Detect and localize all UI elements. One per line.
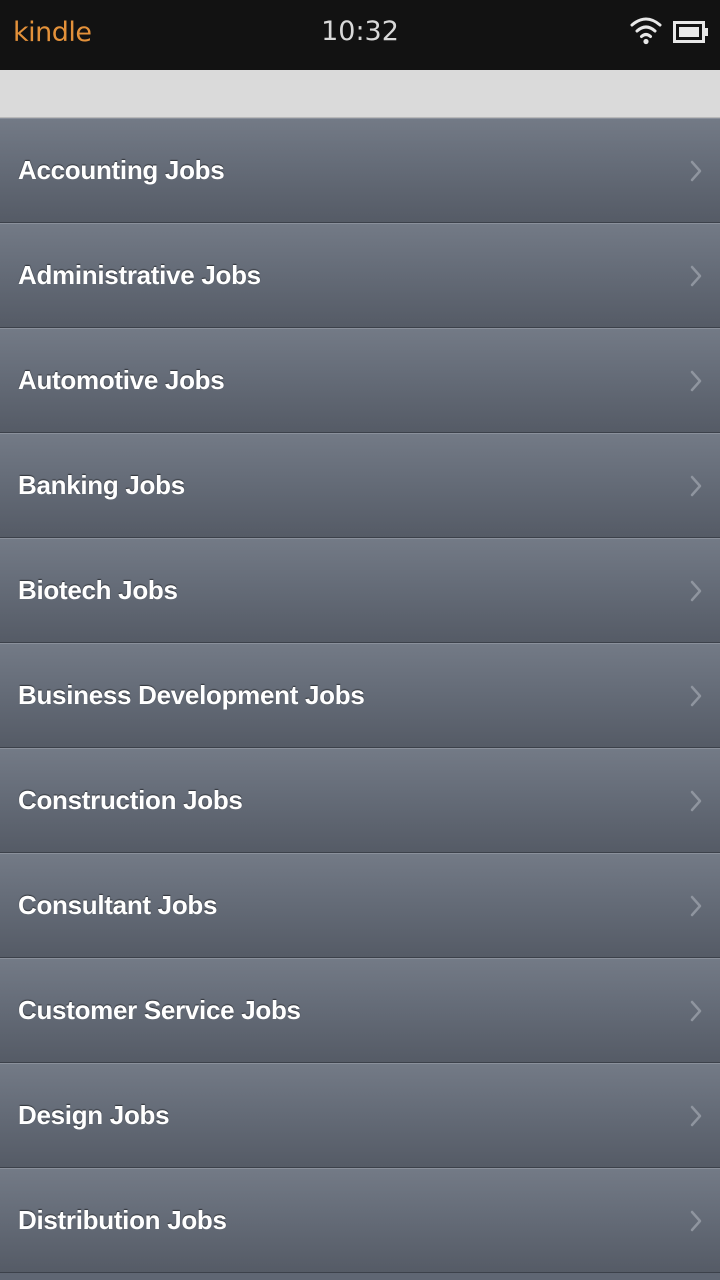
list-item-label: Distribution Jobs: [18, 1205, 227, 1235]
list-item-label: Design Jobs: [18, 1100, 170, 1130]
list-item[interactable]: Accounting Jobs: [0, 118, 720, 223]
list-item-label: Customer Service Jobs: [18, 995, 301, 1025]
list-item-label: Consultant Jobs: [18, 890, 218, 920]
list-item[interactable]: Customer Service Jobs: [0, 958, 720, 1063]
list-item[interactable]: Banking Jobs: [0, 433, 720, 538]
list-item-label: Business Development Jobs: [18, 680, 365, 710]
status-bar: kindle 10:32: [0, 0, 720, 70]
list-item[interactable]: Biotech Jobs: [0, 538, 720, 643]
list-item[interactable]: Automotive Jobs: [0, 328, 720, 433]
battery-icon: [673, 18, 709, 46]
wifi-icon: [629, 14, 663, 48]
chevron-right-icon: [689, 159, 703, 183]
list-item-label: Accounting Jobs: [18, 155, 225, 185]
chevron-right-icon: [689, 999, 703, 1023]
chevron-right-icon: [689, 894, 703, 918]
chevron-right-icon: [689, 1209, 703, 1233]
list-item-label: Administrative Jobs: [18, 260, 261, 290]
list-item[interactable]: Consultant Jobs: [0, 853, 720, 958]
chevron-right-icon: [689, 684, 703, 708]
list-item[interactable]: Administrative Jobs: [0, 223, 720, 328]
list-item[interactable]: Construction Jobs: [0, 748, 720, 853]
chevron-right-icon: [689, 579, 703, 603]
list-item[interactable]: Distribution Jobs: [0, 1168, 720, 1273]
chevron-right-icon: [689, 789, 703, 813]
list-item-label: Banking Jobs: [18, 470, 185, 500]
job-category-list: Accounting Jobs Administrative Jobs Automo…: [0, 118, 720, 1273]
subheader-bar: [0, 70, 720, 118]
chevron-right-icon: [689, 369, 703, 393]
list-item-label: Biotech Jobs: [18, 575, 178, 605]
list-item-label: Construction Jobs: [18, 785, 243, 815]
chevron-right-icon: [689, 474, 703, 498]
list-item[interactable]: Design Jobs: [0, 1063, 720, 1168]
list-item-label: Automotive Jobs: [18, 365, 225, 395]
list-item[interactable]: Business Development Jobs: [0, 643, 720, 748]
chevron-right-icon: [689, 1104, 703, 1128]
status-clock: 10:32: [321, 16, 399, 47]
chevron-right-icon: [689, 264, 703, 288]
